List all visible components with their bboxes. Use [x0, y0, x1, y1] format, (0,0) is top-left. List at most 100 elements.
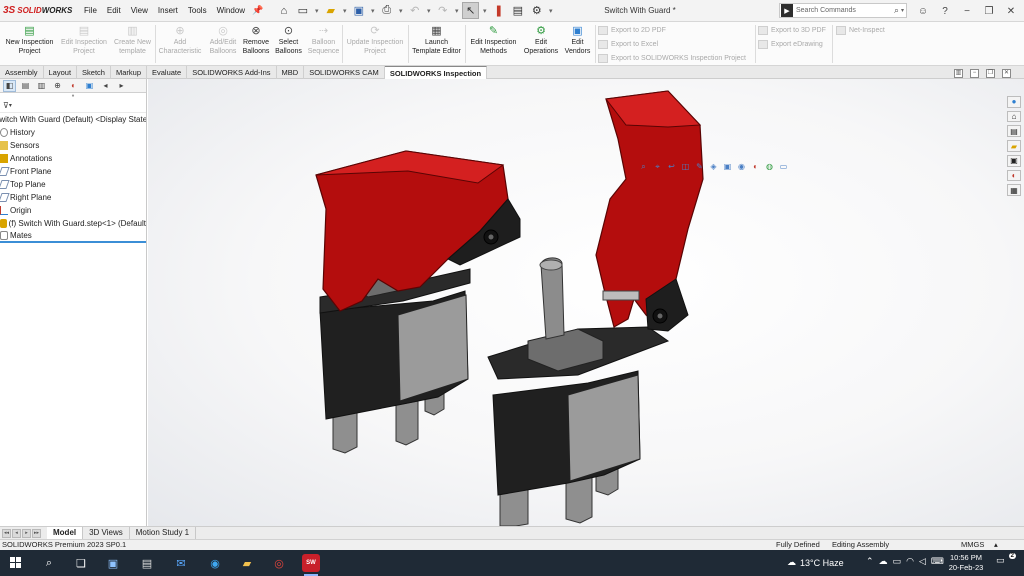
menu-window[interactable]: Window — [212, 6, 250, 15]
filter-dropdown-icon[interactable]: ▾ — [9, 102, 12, 109]
previous-view-icon[interactable]: ↩ — [666, 161, 677, 172]
pin-icon[interactable]: 📌 — [252, 5, 263, 16]
menu-view[interactable]: View — [126, 6, 153, 15]
last-tab-arrow-icon[interactable]: ▸▸ — [32, 528, 41, 538]
configuration-manager-icon[interactable]: ▥ — [35, 80, 48, 92]
tab-model[interactable]: Model — [47, 527, 84, 539]
new-dropdown-icon[interactable]: ▾ — [313, 2, 320, 19]
options-dropdown-icon[interactable]: ▾ — [547, 2, 554, 19]
search-input[interactable]: Search Commands — [796, 7, 894, 14]
tab-solidworks-add-ins[interactable]: SOLIDWORKS Add-Ins — [187, 66, 277, 79]
display-manager-icon[interactable]: ◐ — [67, 80, 80, 92]
open-folder-icon[interactable]: ▰ — [322, 2, 339, 19]
tab-layout[interactable]: Layout — [44, 66, 78, 79]
dimxpert-icon[interactable]: ⊕ — [51, 80, 64, 92]
tab-motion-study-1[interactable]: Motion Study 1 — [130, 527, 197, 539]
help-icon[interactable]: ? — [938, 3, 952, 19]
tree-root-assembly[interactable]: Switch With Guard (Default) <Display Sta… — [0, 113, 146, 126]
edit-appearance-icon[interactable]: ◐ — [750, 161, 761, 172]
launch-template-editor-button[interactable]: ▦ Launch Template Editor — [409, 23, 464, 65]
tab-evaluate[interactable]: Evaluate — [147, 66, 188, 79]
add-characteristic-button[interactable]: ⊕ Add Characteristic — [156, 23, 204, 65]
tab-3d-views[interactable]: 3D Views — [83, 527, 130, 539]
apply-scene-icon[interactable]: ◍ — [764, 161, 775, 172]
tree-item-origin[interactable]: Origin — [0, 204, 146, 217]
redo-icon[interactable]: ↷ — [434, 2, 451, 19]
viewport-restore-icon[interactable]: ❐ — [986, 69, 995, 78]
file-explorer-icon[interactable]: ▰ — [1007, 140, 1021, 152]
open-dropdown-icon[interactable]: ▾ — [341, 2, 348, 19]
options-gear-icon[interactable]: ⚙ — [528, 2, 545, 19]
weather-widget[interactable]: ☁ 13°C Haze — [787, 557, 844, 568]
tab-sketch[interactable]: Sketch — [77, 66, 111, 79]
section-view-icon[interactable]: ◫ — [680, 161, 691, 172]
print-icon[interactable]: ⎙ — [378, 2, 395, 19]
menu-tools[interactable]: Tools — [183, 6, 212, 15]
wifi-icon[interactable]: ◠ — [906, 556, 914, 567]
taskbar-app-icon[interactable]: ▣ — [104, 554, 122, 572]
tree-item-history[interactable]: History — [0, 126, 146, 139]
volume-icon[interactable]: ◁ — [919, 556, 926, 567]
viewport-split-icon[interactable]: ▥ — [954, 69, 963, 78]
new-inspection-project-button[interactable]: ▤ New Inspection Project — [2, 23, 57, 65]
save-icon[interactable]: ▣ — [350, 2, 367, 19]
tree-item-top-plane[interactable]: Top Plane — [0, 178, 146, 191]
viewport-minimize-icon[interactable]: − — [970, 69, 979, 78]
tab-solidworks-inspection[interactable]: SOLIDWORKS Inspection — [384, 66, 488, 79]
search-commands[interactable]: ▶ Search Commands ⌕ ▾ — [779, 3, 907, 18]
restore-icon[interactable]: ❐ — [982, 3, 996, 19]
edit-operations-button[interactable]: ⚙ Edit Operations — [521, 23, 561, 65]
export-inspection-project-button[interactable]: Export to SOLIDWORKS Inspection Project — [598, 52, 746, 65]
switch-assembly-model[interactable] — [148, 79, 1024, 526]
select-cursor-icon[interactable]: ↖ — [462, 2, 480, 19]
select-balloons-button[interactable]: ⊙ Select Balloons — [273, 23, 304, 65]
home-task-icon[interactable]: ⌂ — [1007, 110, 1021, 123]
dynamic-annotation-icon[interactable]: ✎ — [694, 161, 705, 172]
tab-mbd[interactable]: MBD — [277, 66, 305, 79]
tabs-left-arrow-icon[interactable]: ◂ — [99, 80, 112, 92]
menu-file[interactable]: File — [79, 6, 102, 15]
traffic-light-icon[interactable]: ❚ — [490, 2, 507, 19]
tabs-right-arrow-icon[interactable]: ▸ — [115, 80, 128, 92]
zoom-to-area-icon[interactable]: ⌖ — [652, 161, 663, 172]
export-3d-pdf-button[interactable]: Export to 3D PDF — [758, 24, 826, 37]
view-settings-icon[interactable]: ▭ — [778, 161, 789, 172]
save-dropdown-icon[interactable]: ▾ — [369, 2, 376, 19]
tree-item-right-plane[interactable]: Right Plane — [0, 191, 146, 204]
create-new-template-button[interactable]: ▥ Create New template — [111, 23, 154, 65]
edit-inspection-project-button[interactable]: ▤ Edit Inspection Project — [57, 23, 111, 65]
prev-tab-arrow-icon[interactable]: ◂ — [12, 528, 21, 538]
new-document-icon[interactable]: ▭ — [294, 2, 311, 19]
export-excel-button[interactable]: Export to Excel — [598, 38, 658, 51]
next-tab-arrow-icon[interactable]: ▸ — [22, 528, 31, 538]
store-icon[interactable]: ▤ — [138, 554, 156, 572]
file-explorer-taskbar-icon[interactable]: ▰ — [238, 554, 256, 572]
menu-insert[interactable]: Insert — [153, 6, 183, 15]
update-inspection-project-button[interactable]: ⟳ Update Inspection Project — [343, 23, 407, 65]
edit-vendors-button[interactable]: ▣ Edit Vendors — [561, 23, 594, 65]
tab-assembly[interactable]: Assembly — [0, 66, 44, 79]
tab-solidworks-cam[interactable]: SOLIDWORKS CAM — [304, 66, 385, 79]
first-tab-arrow-icon[interactable]: ◂◂ — [2, 528, 11, 538]
hide-show-items-icon[interactable]: ◉ — [736, 161, 747, 172]
net-inspect-button[interactable]: Net-Inspect — [836, 24, 885, 37]
select-dropdown-icon[interactable]: ▾ — [481, 2, 488, 19]
solidworks-logo[interactable]: 3S SOLID WORKS — [3, 5, 75, 16]
minimize-icon[interactable]: − — [960, 3, 974, 19]
home-icon[interactable]: ⌂ — [275, 2, 292, 19]
task-view-icon[interactable]: ❏ — [72, 554, 90, 572]
undo-icon[interactable]: ↶ — [406, 2, 423, 19]
tray-expand-icon[interactable]: ⌃ — [866, 556, 874, 567]
view-orientation-icon[interactable]: ◈ — [708, 161, 719, 172]
balloon-sequence-button[interactable]: ⇢ Balloon Sequence — [305, 23, 342, 65]
onedrive-cloud-icon[interactable]: ☁ — [879, 556, 888, 567]
tree-filter[interactable]: ⊽ ▾ — [0, 99, 146, 113]
view-palette-icon[interactable]: ▣ — [1007, 154, 1021, 167]
solidworks-resources-icon[interactable]: ● — [1007, 96, 1021, 108]
left-switch[interactable] — [315, 150, 521, 454]
design-library-icon[interactable]: ▤ — [1007, 125, 1021, 138]
taskbar-search-icon[interactable]: ⌕ — [40, 554, 58, 572]
user-icon[interactable]: ☺ — [916, 3, 930, 19]
appearances-scenes-icon[interactable]: ◐ — [1007, 169, 1021, 182]
notification-center-icon[interactable]: ▭ 2 — [996, 553, 1016, 570]
